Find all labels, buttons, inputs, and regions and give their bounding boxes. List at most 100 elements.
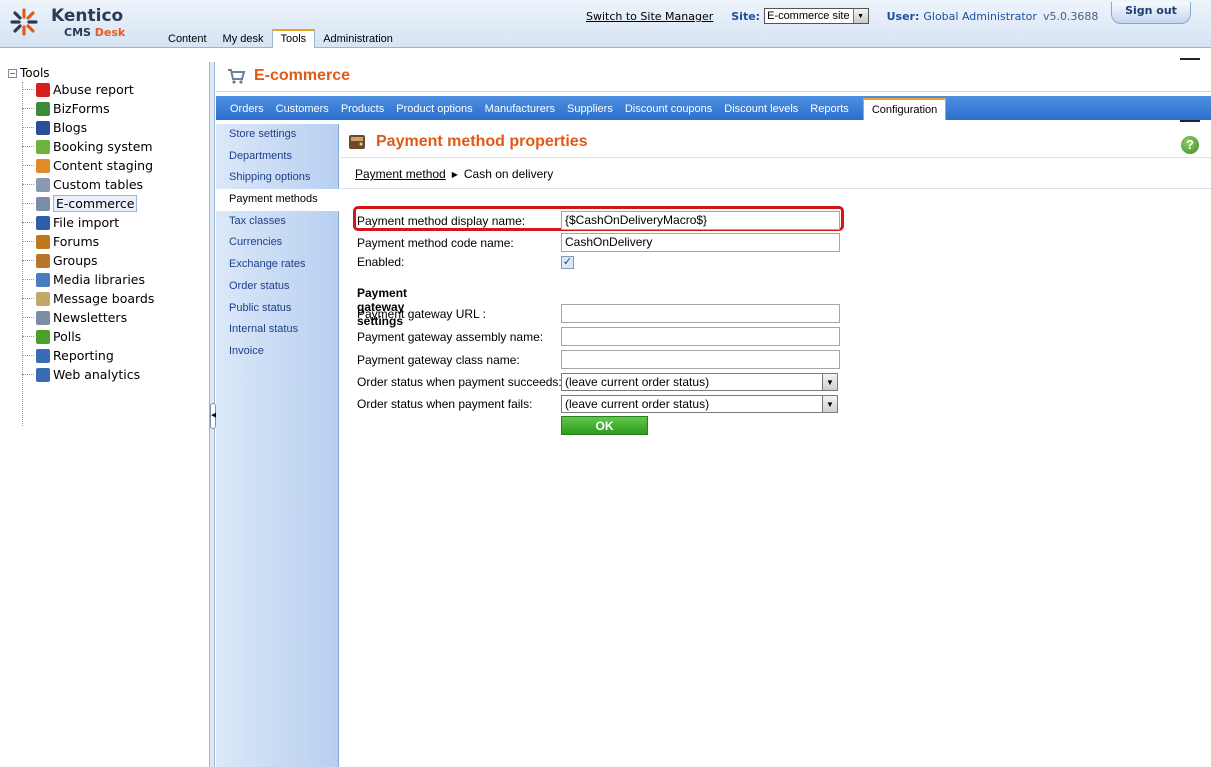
config-menu-tax-classes[interactable]: Tax classes	[216, 211, 338, 233]
kentico-logo[interactable]: Kentico CMS Desk	[8, 4, 168, 44]
content-panel: Payment method properties ? Payment meth…	[340, 124, 1211, 767]
help-icon[interactable]: ?	[1181, 136, 1199, 154]
message-boards-icon	[36, 291, 50, 306]
logo-product: CMS Desk	[64, 26, 126, 39]
config-menu-order-status[interactable]: Order status	[216, 276, 338, 298]
gateway-assembly-row: Payment gateway assembly name:	[357, 327, 840, 346]
display-name-label: Payment method display name:	[357, 213, 526, 228]
tree-item-file-import[interactable]: File import	[22, 213, 154, 232]
nav-content[interactable]: Content	[160, 31, 215, 48]
tree-list: Abuse report BizForms Blogs Booking system C…	[22, 80, 154, 384]
site-select[interactable]: E-commerce site ▼	[764, 8, 869, 24]
user-label: User:	[886, 9, 920, 23]
staging-icon	[36, 158, 50, 173]
display-name-row: Payment method display name: {$CashOnDel…	[357, 211, 840, 230]
tree-item-blogs[interactable]: Blogs	[22, 118, 154, 137]
abuse-report-icon	[36, 82, 50, 97]
tab-discount-levels[interactable]: Discount levels	[718, 98, 804, 120]
code-name-row: Payment method code name: CashOnDelivery	[357, 233, 840, 252]
user-name: Global Administrator	[923, 9, 1037, 23]
tab-discount-coupons[interactable]: Discount coupons	[619, 98, 718, 120]
config-menu-departments[interactable]: Departments	[216, 146, 338, 168]
tree-item-media-libraries[interactable]: Media libraries	[22, 270, 154, 289]
gateway-url-label: Payment gateway URL :	[357, 306, 486, 321]
gateway-url-input[interactable]	[561, 304, 840, 323]
enabled-checkbox[interactable]: ✓	[561, 255, 574, 269]
payment-fails-select[interactable]: (leave current order status) ▼	[561, 395, 838, 413]
site-label: Site:	[731, 9, 761, 23]
breadcrumb: Payment method ▶ Cash on delivery	[355, 167, 553, 181]
tree-item-polls[interactable]: Polls	[22, 327, 154, 346]
gateway-assembly-label: Payment gateway assembly name:	[357, 329, 544, 344]
page-title: Payment method properties	[376, 133, 588, 150]
wallet-icon	[349, 135, 365, 149]
tree-item-groups[interactable]: Groups	[22, 251, 154, 270]
configuration-menu: Store settings Departments Shipping option…	[216, 124, 339, 767]
bizforms-icon	[36, 101, 50, 116]
tree-item-web-analytics[interactable]: Web analytics	[22, 365, 154, 384]
forums-icon	[36, 234, 50, 249]
tree-item-abuse-report[interactable]: Abuse report	[22, 80, 154, 99]
enabled-row: Enabled: ✓	[357, 255, 574, 269]
gateway-assembly-input[interactable]	[561, 327, 840, 346]
tab-suppliers[interactable]: Suppliers	[561, 98, 619, 120]
tab-products[interactable]: Products	[335, 98, 390, 120]
tree-root[interactable]: − Tools	[8, 66, 50, 80]
shopping-cart-icon	[228, 69, 246, 84]
switch-to-site-manager-link[interactable]: Switch to Site Manager	[586, 10, 713, 23]
config-menu-currencies[interactable]: Currencies	[216, 232, 338, 254]
logo-brand-name: Kentico	[51, 6, 124, 26]
nav-tools[interactable]: Tools	[271, 29, 316, 48]
ok-button[interactable]: OK	[561, 416, 648, 435]
content-title-bar: Payment method properties ?	[340, 124, 1211, 158]
tree-item-reporting[interactable]: Reporting	[22, 346, 154, 365]
gateway-class-row: Payment gateway class name:	[357, 350, 840, 369]
tab-reports[interactable]: Reports	[804, 98, 855, 120]
config-menu-store-settings[interactable]: Store settings	[216, 124, 338, 146]
top-header: Kentico CMS Desk Switch to Site Manager …	[0, 0, 1211, 48]
tree-item-message-boards[interactable]: Message boards	[22, 289, 154, 308]
sign-out-button[interactable]: Sign out	[1111, 2, 1191, 24]
breadcrumb-current: Cash on delivery	[463, 167, 554, 181]
display-name-input[interactable]: {$CashOnDeliveryMacro$}	[561, 211, 840, 230]
tree-item-newsletters[interactable]: Newsletters	[22, 308, 154, 327]
ecommerce-tabs: Orders Customers Products Product options Ma…	[216, 96, 1211, 120]
version-text: v5.0.3688	[1042, 9, 1099, 23]
tree-item-bizforms[interactable]: BizForms	[22, 99, 154, 118]
tab-orders[interactable]: Orders	[224, 98, 270, 120]
config-menu-invoice[interactable]: Invoice	[216, 341, 338, 363]
config-menu-exchange-rates[interactable]: Exchange rates	[216, 254, 338, 276]
collapse-header-icon[interactable]	[1180, 52, 1200, 60]
tab-configuration[interactable]: Configuration	[862, 98, 947, 120]
payment-succeeds-row: Order status when payment succeeds: (lea…	[357, 373, 838, 391]
file-import-icon	[36, 215, 50, 230]
tab-customers[interactable]: Customers	[270, 98, 335, 120]
divider	[340, 188, 1211, 189]
nav-administration[interactable]: Administration	[315, 31, 401, 48]
tree-item-content-staging[interactable]: Content staging	[22, 156, 154, 175]
collapse-tabs-icon[interactable]	[1180, 114, 1200, 122]
nav-my-desk[interactable]: My desk	[215, 31, 272, 48]
tools-tree: − Tools Abuse report BizForms Blogs Booking…	[0, 62, 208, 767]
module-title: E-commerce	[254, 67, 351, 84]
web-analytics-icon	[36, 367, 50, 382]
media-icon	[36, 272, 50, 287]
tab-product-options[interactable]: Product options	[390, 98, 478, 120]
code-name-input[interactable]: CashOnDelivery	[561, 233, 840, 252]
config-menu-public-status[interactable]: Public status	[216, 298, 338, 320]
tab-manufacturers[interactable]: Manufacturers	[479, 98, 561, 120]
breadcrumb-payment-method-link[interactable]: Payment method	[355, 167, 446, 181]
payment-fails-label: Order status when payment fails:	[357, 397, 533, 411]
tree-item-forums[interactable]: Forums	[22, 232, 154, 251]
tree-item-e-commerce[interactable]: E-commerce	[22, 194, 154, 213]
gateway-class-input[interactable]	[561, 350, 840, 369]
tree-item-booking-system[interactable]: Booking system	[22, 137, 154, 156]
collapse-icon[interactable]: −	[8, 68, 17, 78]
payment-succeeds-select[interactable]: (leave current order status) ▼	[561, 373, 838, 391]
config-menu-internal-status[interactable]: Internal status	[216, 319, 338, 341]
config-menu-payment-methods[interactable]: Payment methods	[216, 189, 339, 211]
tree-item-custom-tables[interactable]: Custom tables	[22, 175, 154, 194]
ecommerce-icon	[36, 196, 50, 211]
config-menu-shipping-options[interactable]: Shipping options	[216, 167, 338, 189]
payment-fails-row: Order status when payment fails: (leave …	[357, 395, 838, 413]
